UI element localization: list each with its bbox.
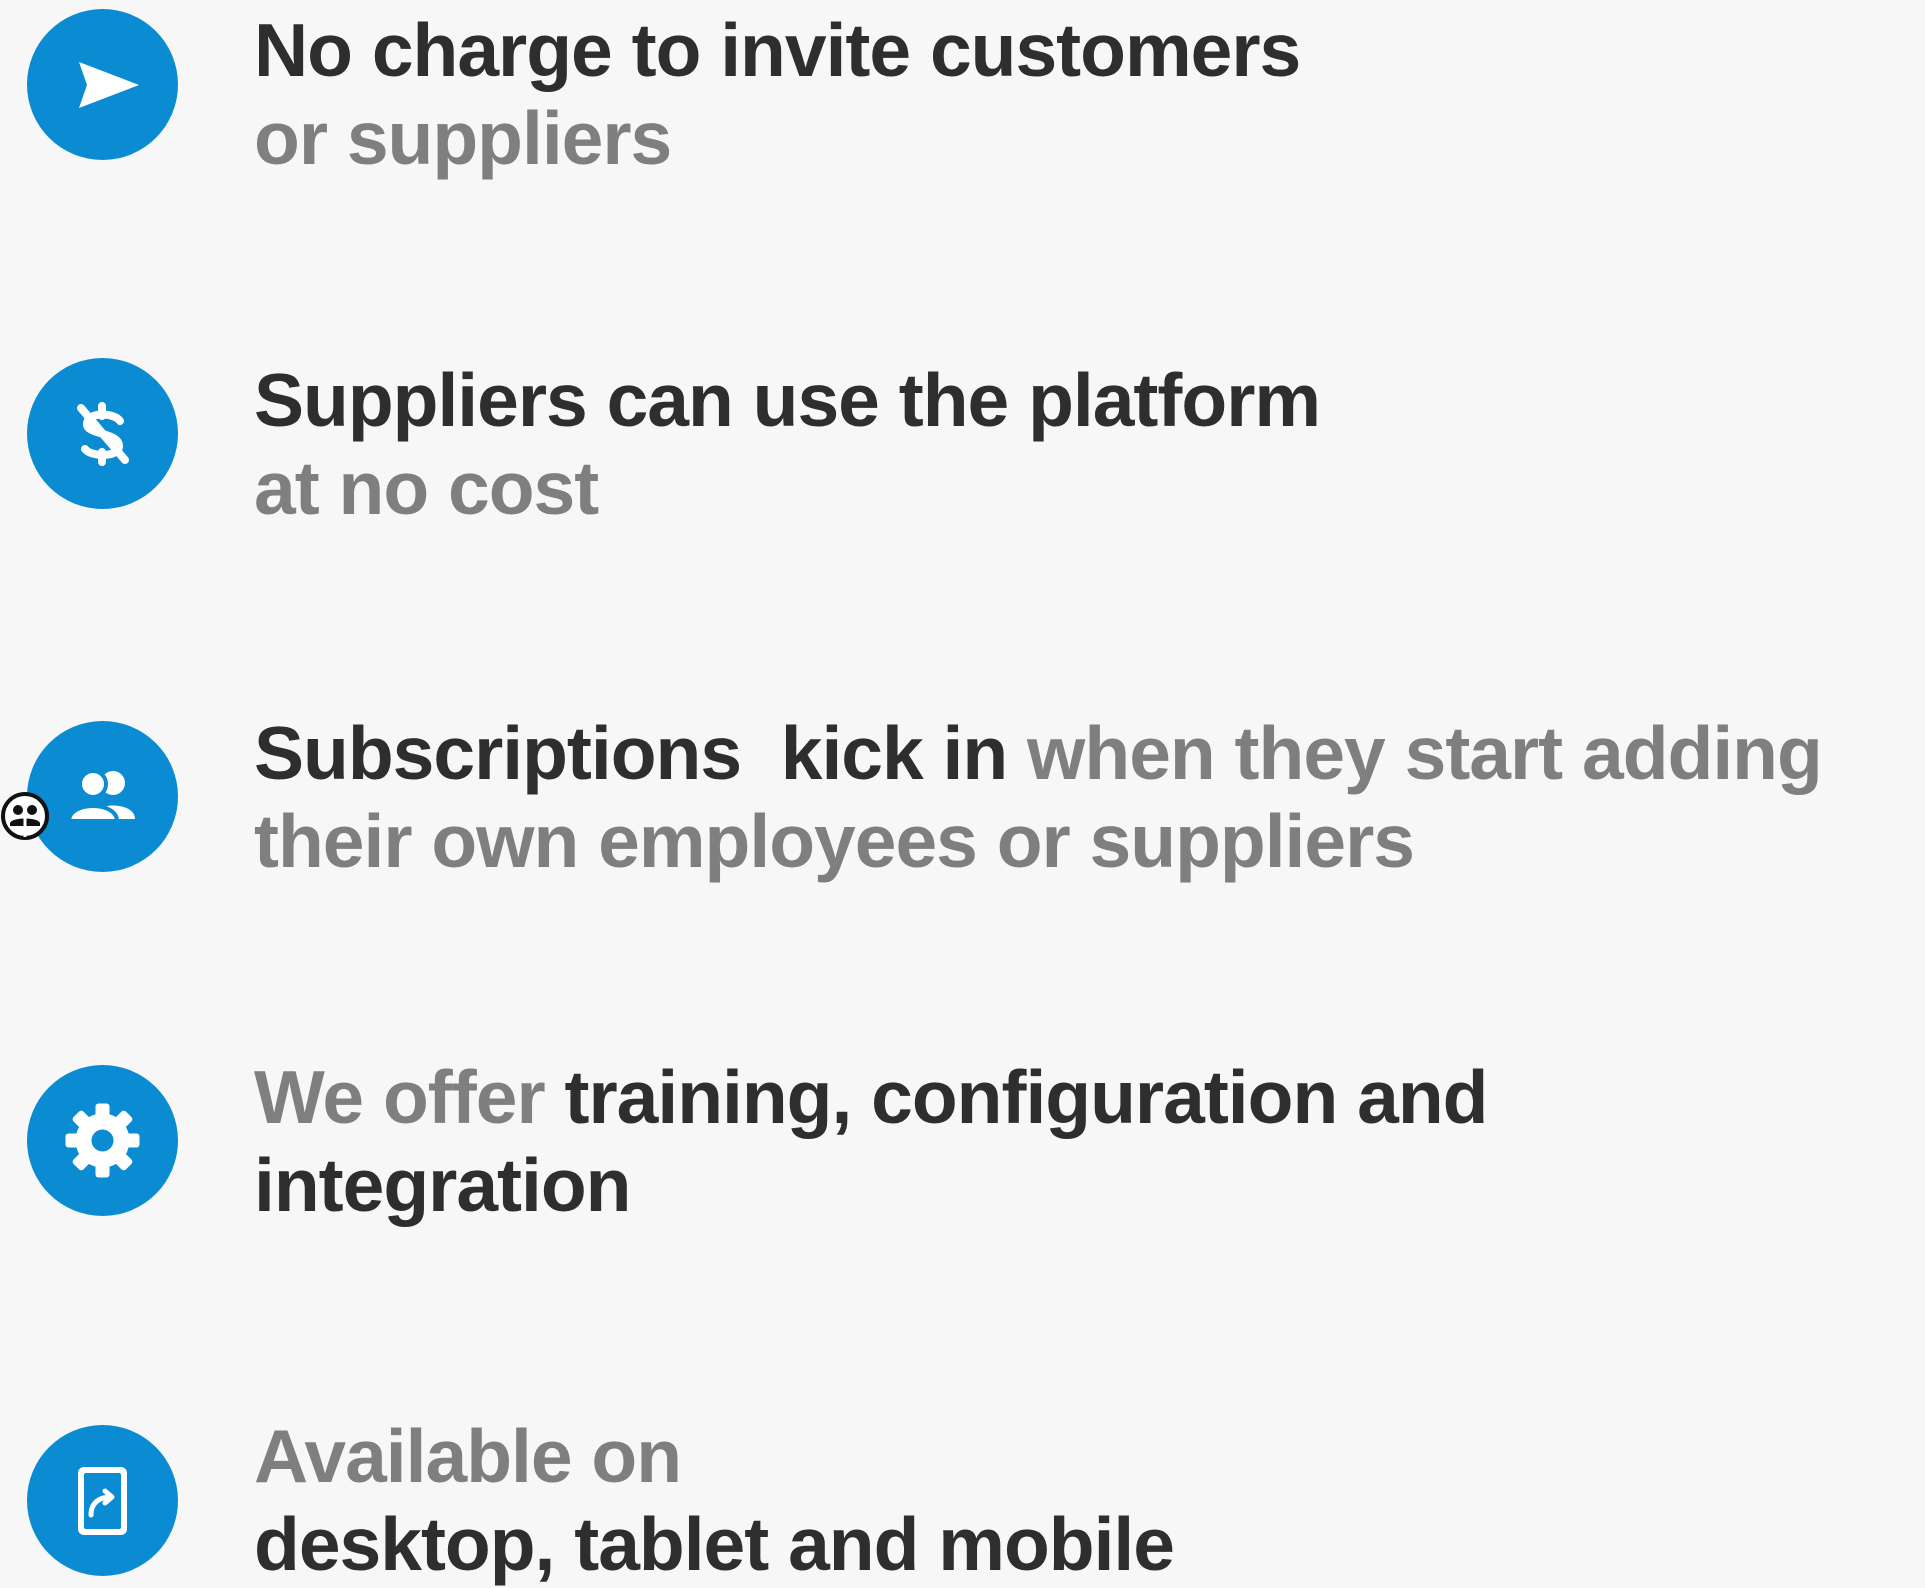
feature-platforms-text: Available on desktop, tablet and mobile [254,1412,1914,1588]
feature-training-text: We offer training, configuration and int… [254,1053,1914,1229]
feature-text-muted: at no cost [254,446,599,530]
feature-text-strong: Suppliers can use the platform [254,358,1321,442]
feature-line: Subscriptions kick in when they start ad… [254,709,1914,797]
feature-text-muted: or suppliers [254,96,672,180]
feature-text-strong: integration [254,1143,631,1227]
feature-text-strong: No charge to invite customers [254,8,1301,92]
feature-line: Suppliers can use the platform [254,356,1914,444]
feature-text-strong: Subscriptions kick in [254,711,1008,795]
feature-subscriptions-text: Subscriptions kick in when they start ad… [254,709,1914,885]
feature-text-muted: their own employees or suppliers [254,799,1415,883]
feature-text-strong: training, configuration and [544,1055,1488,1139]
feature-invite-text: No charge to invite customers or supplie… [254,6,1914,182]
accessibility-icon [1,792,49,840]
feature-text-strong: desktop, tablet and mobile [254,1502,1175,1586]
accessibility-widget-button[interactable] [0,791,50,841]
feature-line: desktop, tablet and mobile [254,1500,1914,1588]
feature-line: No charge to invite customers [254,6,1914,94]
feature-line: at no cost [254,444,1914,532]
feature-line: We offer training, configuration and [254,1053,1914,1141]
feature-text-muted: when they start adding [1007,711,1823,795]
feature-line: their own employees or suppliers [254,797,1914,885]
feature-line: or suppliers [254,94,1914,182]
feature-line: integration [254,1141,1914,1229]
feature-text-muted: Available on [254,1414,682,1498]
gear-icon [27,1065,178,1216]
no-dollar-icon [27,358,178,509]
tablet-share-icon [27,1425,178,1576]
feature-no-cost-text: Suppliers can use the platform at no cos… [254,356,1914,532]
feature-line: Available on [254,1412,1914,1500]
feature-text-muted: We offer [254,1055,546,1139]
paper-plane-icon [27,9,178,160]
